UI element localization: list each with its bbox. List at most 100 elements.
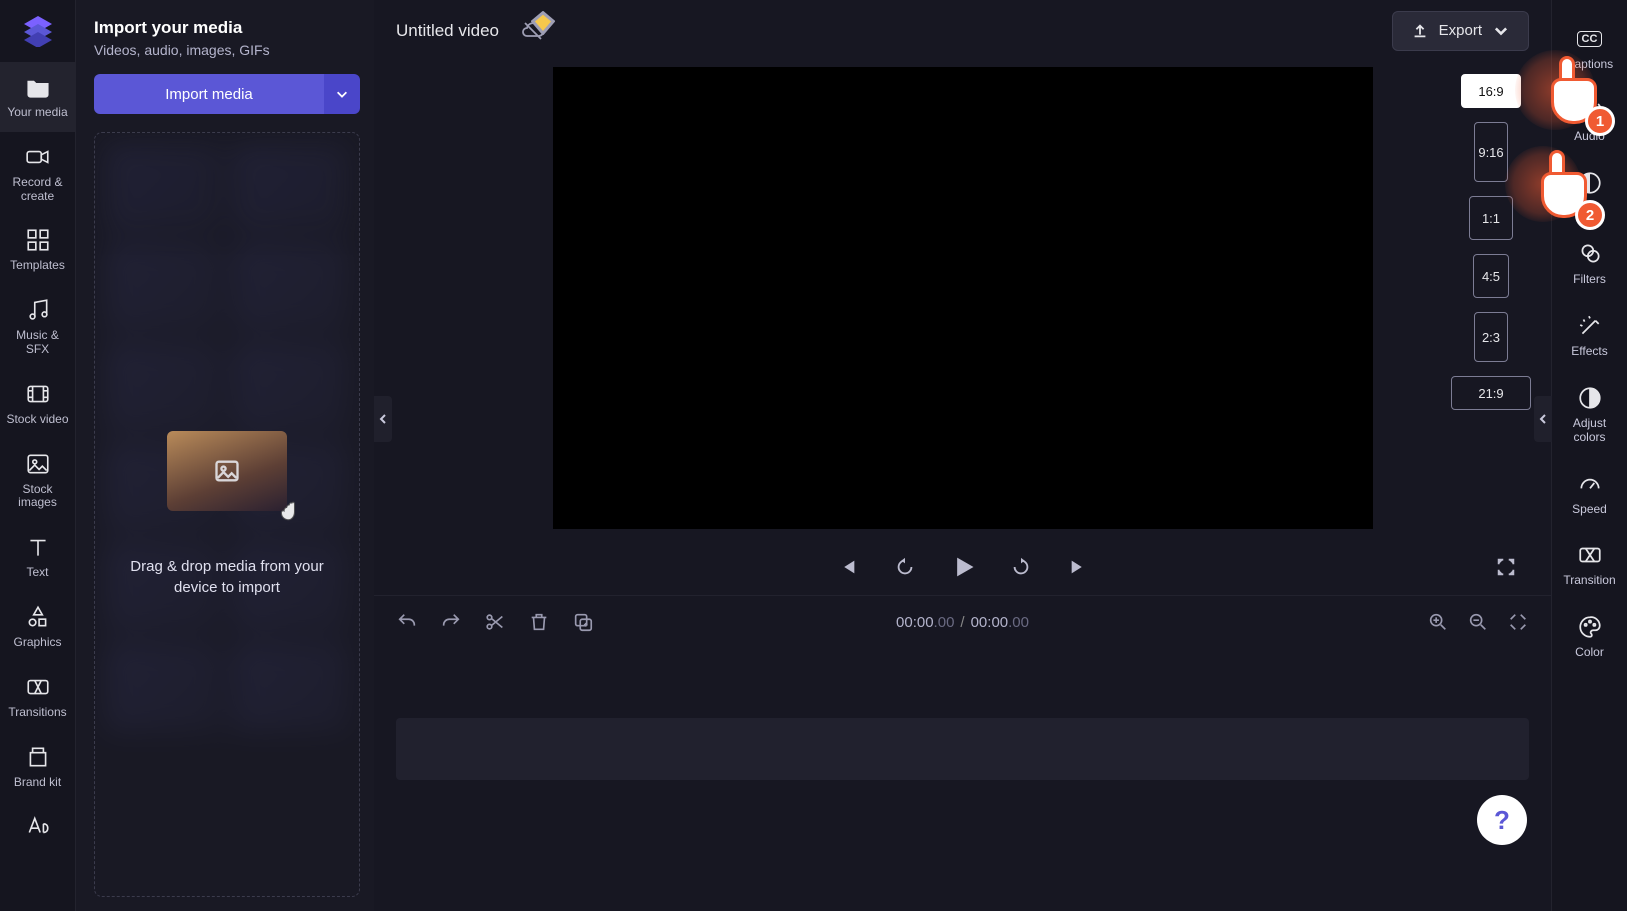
transitions-icon (25, 674, 51, 700)
shapes-icon (25, 604, 51, 630)
rail-transitions[interactable]: Transitions (0, 662, 75, 732)
folder-icon (25, 74, 51, 100)
prop-audio[interactable]: Audio (1552, 86, 1627, 158)
top-bar: Untitled video Export (374, 0, 1551, 61)
prop-captions[interactable]: CC Captions (1552, 14, 1627, 86)
chevron-down-icon (1492, 22, 1510, 40)
app-logo[interactable] (16, 8, 60, 52)
rail-your-media[interactable]: Your media (0, 62, 75, 132)
aspect-ratio-9-16[interactable]: 9:16 (1474, 122, 1508, 182)
zoom-out-button[interactable] (1467, 611, 1489, 633)
aspect-ratio-21-9[interactable]: 21:9 (1451, 376, 1531, 410)
skip-end-button[interactable] (1064, 552, 1094, 582)
rail-brand-kit[interactable]: Brand kit (0, 732, 75, 802)
rewind-button[interactable] (890, 552, 920, 582)
rail-graphics[interactable]: Graphics (0, 592, 75, 662)
chevron-left-icon (377, 413, 389, 425)
forward-button[interactable] (1006, 552, 1036, 582)
aspect-ratio-16-9[interactable]: 16:9 (1461, 74, 1521, 108)
rail-music-sfx[interactable]: Music & SFX (0, 285, 75, 369)
prop-color[interactable]: Color (1552, 602, 1627, 674)
prop-label: Effects (1571, 345, 1607, 359)
play-button[interactable] (948, 552, 978, 582)
duplicate-button[interactable] (572, 611, 594, 633)
prop-label: Fade (1576, 202, 1603, 216)
filters-icon (1577, 241, 1603, 267)
rail-templates[interactable]: Templates (0, 215, 75, 285)
rail-stock-video[interactable]: Stock video (0, 369, 75, 439)
diamond-premium-icon (531, 11, 555, 35)
fade-icon (1577, 170, 1603, 196)
undo-button[interactable] (396, 611, 418, 633)
split-button[interactable] (484, 611, 506, 633)
redo-button[interactable] (440, 611, 462, 633)
rail-stock-images[interactable]: Stock images (0, 439, 75, 523)
cloud-sync-status[interactable] (521, 19, 545, 43)
drop-thumbnail (167, 431, 287, 511)
collapse-property-rail[interactable] (1534, 396, 1552, 442)
prop-transition[interactable]: Transition (1552, 530, 1627, 602)
time-readout: 00:00.00/00:00.00 (896, 614, 1029, 631)
rail-label: Record & create (12, 176, 62, 204)
fullscreen-button[interactable] (1491, 552, 1521, 582)
delete-button[interactable] (528, 611, 550, 633)
rail-more[interactable] (0, 801, 75, 851)
preview-area (374, 61, 1551, 539)
rail-record-create[interactable]: Record & create (0, 132, 75, 216)
aspect-ratio-menu: 16:9 9:16 1:1 4:5 2:3 21:9 (1451, 74, 1531, 410)
help-button[interactable]: ? (1477, 795, 1527, 845)
zoom-in-button[interactable] (1427, 611, 1449, 633)
aspect-ratio-2-3[interactable]: 2:3 (1474, 312, 1508, 362)
text-icon (25, 534, 51, 560)
speaker-icon (1577, 98, 1603, 124)
prop-effects[interactable]: Effects (1552, 301, 1627, 373)
timeline-canvas[interactable] (374, 648, 1551, 911)
collapse-media-panel[interactable] (374, 396, 392, 442)
prop-fade[interactable]: Fade (1552, 158, 1627, 230)
palette-icon (1577, 614, 1603, 640)
rail-label: Stock images (18, 483, 57, 511)
project-title[interactable]: Untitled video (396, 21, 499, 41)
magic-wand-icon (1577, 313, 1603, 339)
prop-speed[interactable]: Speed (1552, 459, 1627, 531)
aspect-ratio-1-1[interactable]: 1:1 (1469, 196, 1513, 240)
import-media-button[interactable]: Import media (94, 74, 324, 114)
prop-filters[interactable]: Filters (1552, 229, 1627, 301)
export-button[interactable]: Export (1392, 11, 1529, 51)
left-tool-rail: Your media Record & create Templates Mus… (0, 0, 76, 911)
prop-adjust-colors[interactable]: Adjust colors (1552, 373, 1627, 459)
prop-label: Captions (1566, 58, 1613, 72)
help-glyph: ? (1494, 805, 1510, 836)
music-icon (25, 297, 51, 323)
upload-icon (1411, 22, 1429, 40)
rail-label: Stock video (6, 413, 68, 427)
grab-cursor-icon (277, 497, 305, 525)
media-panel: Import your media Videos, audio, images,… (76, 0, 374, 911)
import-media-dropdown[interactable] (324, 74, 360, 114)
templates-icon (25, 227, 51, 253)
timeline-track[interactable] (396, 718, 1529, 780)
rail-text[interactable]: Text (0, 522, 75, 592)
captions-icon: CC (1577, 26, 1603, 52)
zoom-fit-button[interactable] (1507, 611, 1529, 633)
brand-kit-icon (25, 744, 51, 770)
prop-label: Speed (1572, 503, 1607, 517)
prop-label: Color (1575, 646, 1604, 660)
rail-label: Transitions (8, 706, 66, 720)
timeline: 00:00.00/00:00.00 (374, 595, 1551, 911)
center-area: Untitled video Export 16:9 9:16 1:1 4:5 … (374, 0, 1551, 911)
transport-controls (374, 539, 1551, 595)
aspect-ratio-4-5[interactable]: 4:5 (1473, 254, 1509, 298)
image-icon (213, 457, 241, 485)
font-icon (25, 813, 51, 839)
video-canvas[interactable] (553, 67, 1373, 529)
prop-label: Transition (1563, 574, 1615, 588)
timeline-toolbar: 00:00.00/00:00.00 (374, 596, 1551, 648)
transition-icon (1577, 542, 1603, 568)
chevron-down-icon (335, 87, 349, 101)
rail-label: Text (26, 566, 48, 580)
rail-label: Your media (7, 106, 67, 120)
camcorder-icon (25, 144, 51, 170)
media-drop-zone[interactable]: Drag & drop media from your device to im… (94, 132, 360, 897)
skip-start-button[interactable] (832, 552, 862, 582)
